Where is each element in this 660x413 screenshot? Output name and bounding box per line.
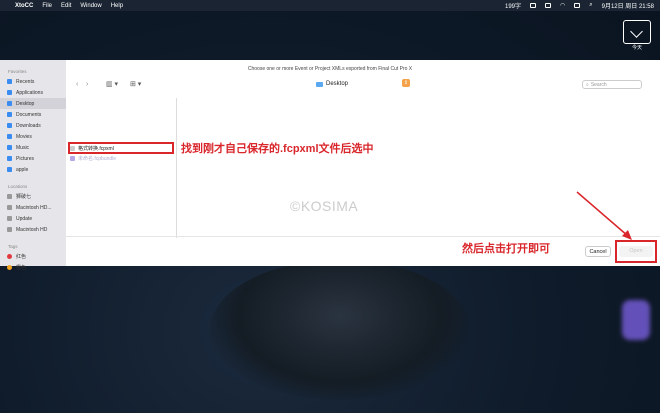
cancel-button[interactable]: Cancel [585,246,611,257]
open-highlight-box [615,240,657,263]
dock-app-icon[interactable] [622,300,650,340]
annotation-arrow [576,191,632,240]
